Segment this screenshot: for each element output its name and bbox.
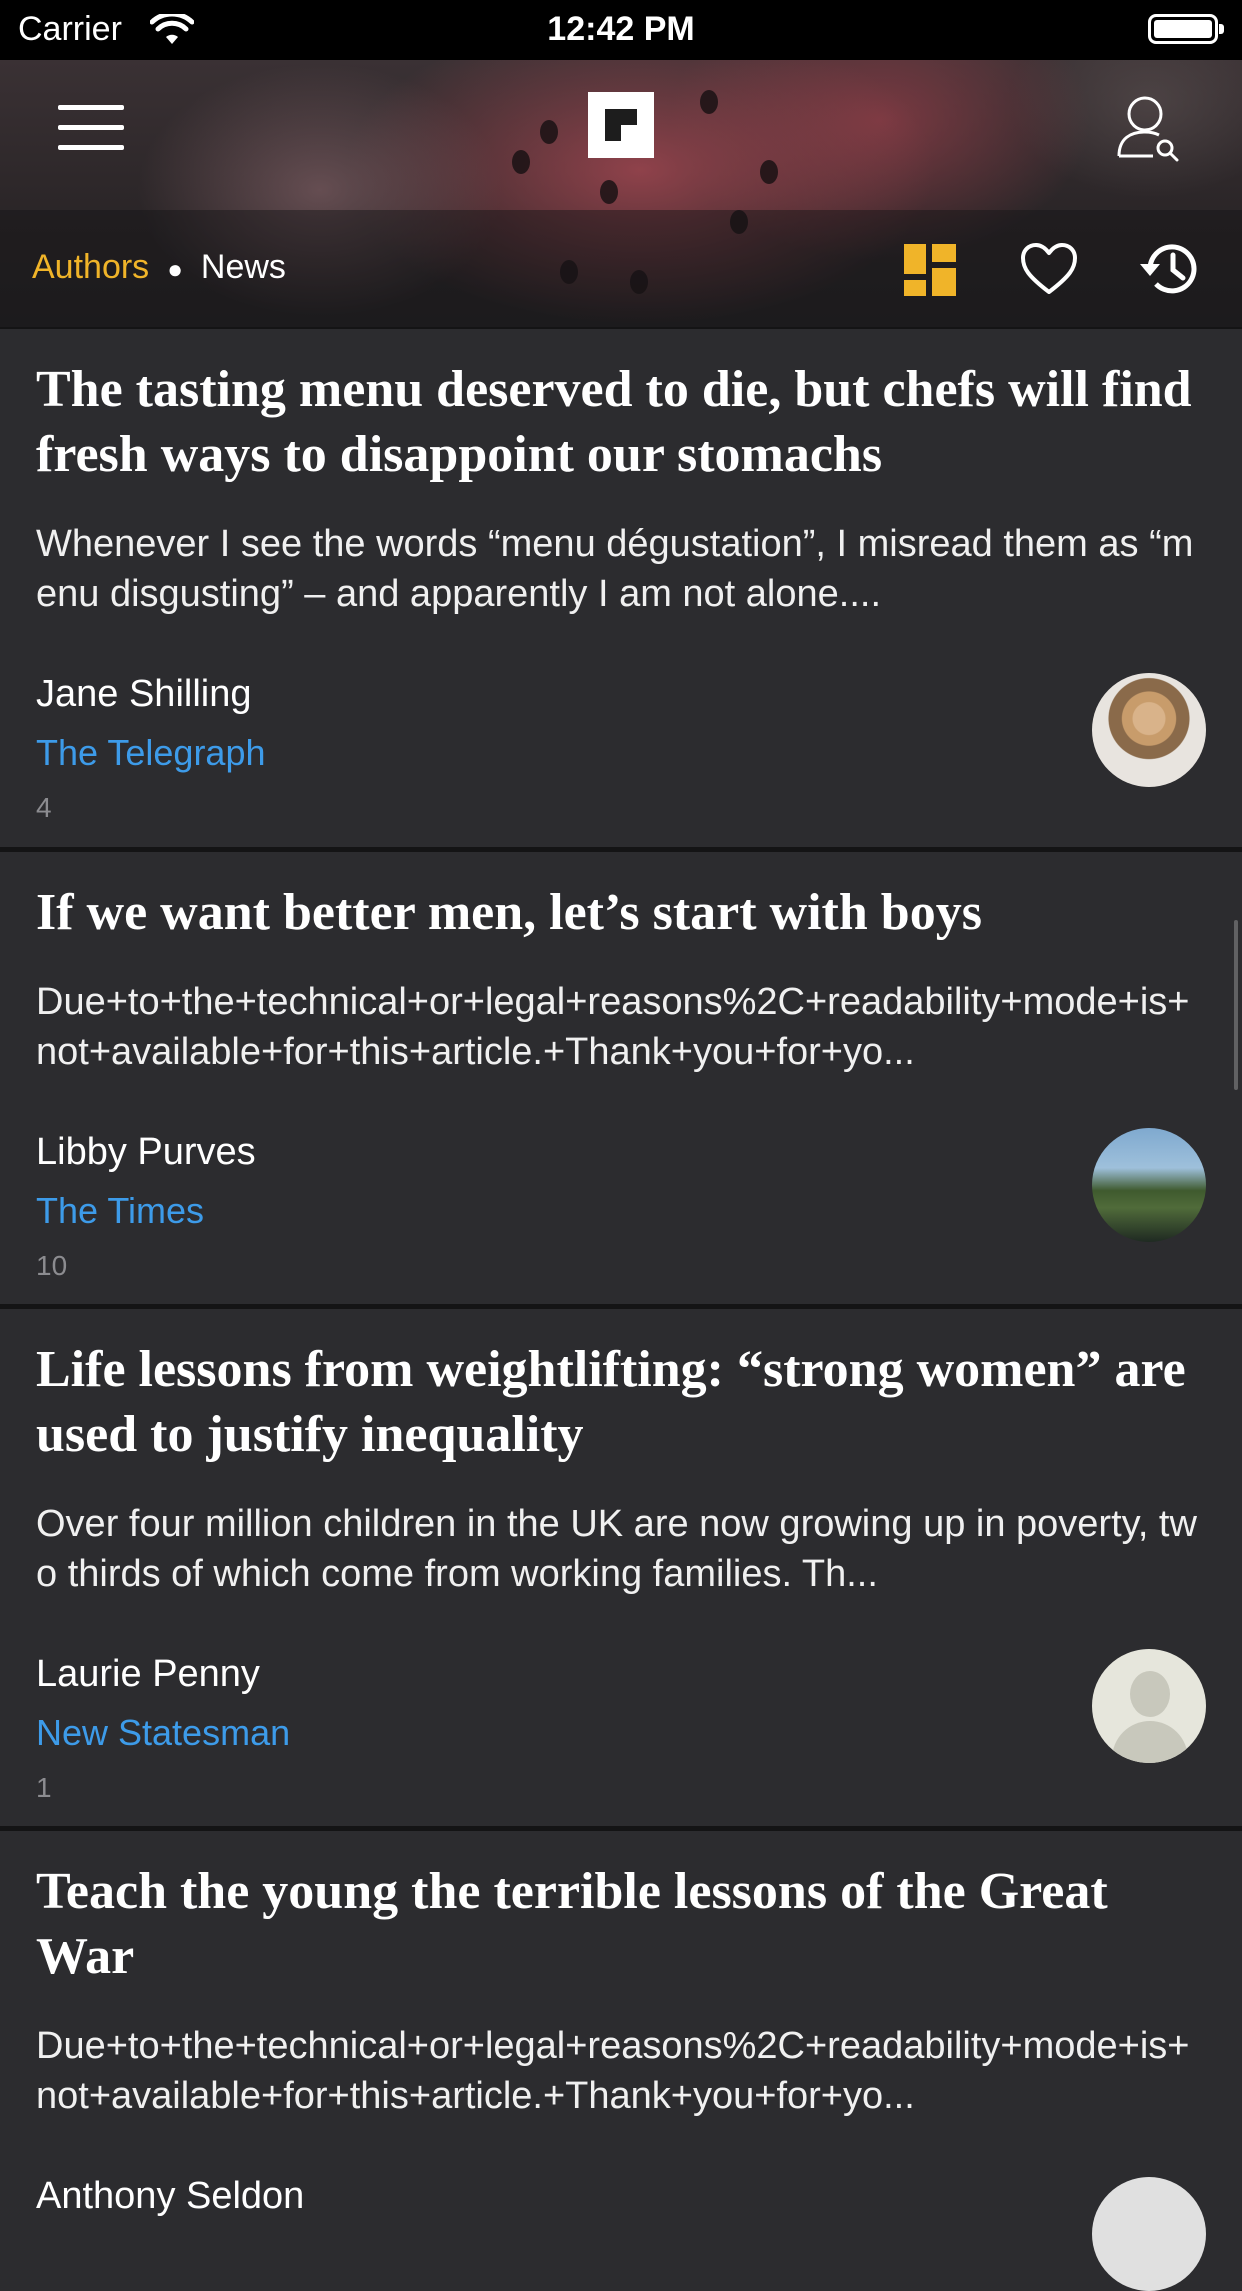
status-time: 12:42 PM <box>547 10 695 48</box>
background-decor <box>760 160 778 184</box>
article-excerpt: Over four million children in the UK are… <box>36 1503 1197 1595</box>
user-search-icon[interactable] <box>1115 92 1181 162</box>
background-decor <box>600 180 618 204</box>
crumb-authors[interactable]: Authors <box>32 248 149 286</box>
battery-icon <box>1148 14 1224 44</box>
app-logo-icon[interactable] <box>588 92 654 158</box>
article-card[interactable]: Life lessons from weightlifting: “strong… <box>0 1304 1242 1826</box>
article-card[interactable]: If we want better men, let’s start with … <box>0 847 1242 1304</box>
article-card[interactable]: Teach the young the terrible lessons of … <box>0 1826 1242 2291</box>
article-count: 1 <box>36 1772 52 1803</box>
article-author[interactable]: Jane Shilling <box>36 673 1206 716</box>
heart-icon[interactable] <box>1020 242 1078 296</box>
article-title[interactable]: If we want better men, let’s start with … <box>36 880 1206 945</box>
article-count: 4 <box>36 792 52 823</box>
article-author[interactable]: Libby Purves <box>36 1131 1206 1174</box>
article-author[interactable]: Anthony Seldon <box>36 2175 1206 2218</box>
article-excerpt: Due+to+the+technical+or+legal+reasons%2C… <box>36 981 1190 1073</box>
author-avatar[interactable] <box>1092 1649 1206 1763</box>
background-decor <box>700 90 718 114</box>
article-excerpt: Whenever I see the words “menu dégustati… <box>36 523 1194 615</box>
crumb-separator: ● <box>167 253 183 284</box>
header: Authors ● News <box>0 60 1242 327</box>
article-card[interactable]: The tasting menu deserved to die, but ch… <box>0 327 1242 847</box>
article-excerpt: Due+to+the+technical+or+legal+reasons%2C… <box>36 2025 1190 2117</box>
article-title[interactable]: Life lessons from weightlifting: “strong… <box>36 1337 1206 1467</box>
breadcrumb: Authors ● News <box>32 248 286 287</box>
article-count: 10 <box>36 1250 68 1281</box>
article-feed: The tasting menu deserved to die, but ch… <box>0 327 1242 2291</box>
layout-grid-icon[interactable] <box>904 244 956 296</box>
status-bar: Carrier 12:42 PM <box>0 0 1242 60</box>
article-source[interactable]: The Telegraph <box>36 732 1206 774</box>
article-source[interactable]: The Times <box>36 1190 1206 1232</box>
article-title[interactable]: The tasting menu deserved to die, but ch… <box>36 357 1206 487</box>
background-decor <box>540 120 558 144</box>
background-decor <box>512 150 530 174</box>
author-avatar[interactable] <box>1092 673 1206 787</box>
article-author[interactable]: Laurie Penny <box>36 1653 1206 1696</box>
history-icon[interactable] <box>1138 240 1200 298</box>
author-avatar[interactable] <box>1092 2177 1206 2291</box>
article-source[interactable]: New Statesman <box>36 1712 1206 1754</box>
scroll-indicator[interactable] <box>1234 920 1238 1090</box>
hamburger-menu-icon[interactable] <box>58 105 124 150</box>
article-title[interactable]: Teach the young the terrible lessons of … <box>36 1859 1206 1989</box>
crumb-news[interactable]: News <box>201 248 286 286</box>
author-avatar[interactable] <box>1092 1128 1206 1242</box>
